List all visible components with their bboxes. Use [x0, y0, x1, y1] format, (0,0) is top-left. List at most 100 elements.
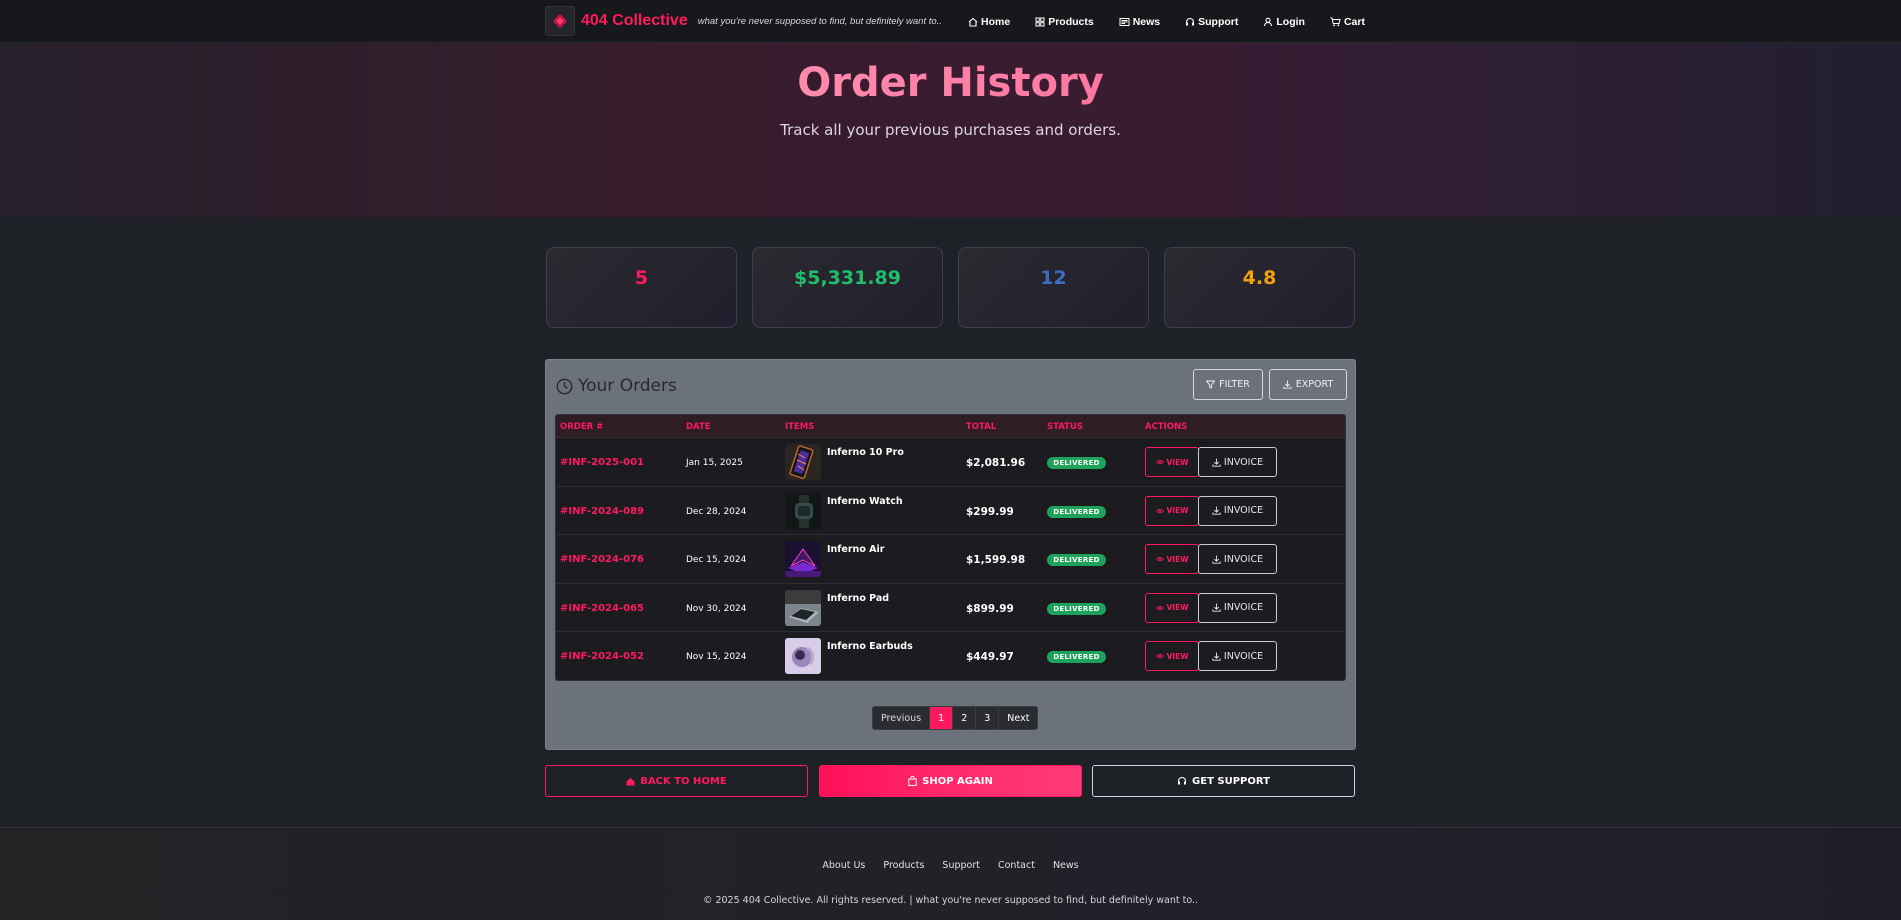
- nav-cart[interactable]: Cart: [1330, 16, 1365, 28]
- item-name: Inferno Earbuds: [827, 641, 913, 653]
- invoice-button[interactable]: INVOICE: [1198, 495, 1277, 526]
- brand[interactable]: 404 Collective what you're never suppose…: [545, 6, 942, 36]
- page-subtitle: Track all your previous purchases and or…: [780, 121, 1121, 139]
- invoice-label: INVOICE: [1223, 650, 1264, 662]
- invoice-button[interactable]: INVOICE: [1198, 544, 1277, 575]
- order-date: Jan 15, 2025: [686, 458, 743, 468]
- nav-login[interactable]: Login: [1263, 16, 1305, 28]
- nav-home[interactable]: Home: [968, 16, 1010, 28]
- column-header: TOTAL: [966, 422, 997, 432]
- page-title: Order History: [0, 60, 1901, 106]
- hero-section: Order History Track all your previous pu…: [0, 43, 1901, 217]
- logo-icon: [545, 6, 575, 36]
- newspaper-icon: [1119, 17, 1130, 26]
- view-label: VIEW: [1166, 603, 1189, 613]
- filter-button[interactable]: FILTER: [1193, 369, 1263, 400]
- pagination: Previous 1 2 3 Next: [872, 706, 1039, 730]
- product-thumbnail: [785, 492, 821, 529]
- shopping-bag-icon: [908, 776, 917, 786]
- order-number-link[interactable]: #INF-2024-065: [560, 603, 644, 614]
- orders-panel: Your Orders FILTER EXPORT ORDER # DATE I…: [545, 359, 1356, 750]
- order-total: $299.99: [966, 505, 1014, 518]
- status-badge: DELIVERED: [1047, 505, 1106, 518]
- footer-link-support[interactable]: Support: [942, 860, 980, 871]
- clock-icon: [556, 378, 573, 394]
- pagination-page-3[interactable]: 3: [976, 707, 1000, 729]
- status-badge: DELIVERED: [1047, 457, 1106, 469]
- get-support-button[interactable]: GET SUPPORT: [1092, 765, 1355, 797]
- invoice-label: INVOICE: [1223, 505, 1264, 517]
- download-icon: [1212, 603, 1221, 612]
- stat-card-rating: 4.8: [1164, 247, 1355, 328]
- pagination-next[interactable]: Next: [999, 707, 1037, 729]
- eye-icon: [1155, 508, 1164, 513]
- stat-card-spent: $5,331.89: [752, 247, 943, 328]
- eye-icon: [1155, 654, 1164, 659]
- item-name: Inferno Watch: [827, 495, 903, 507]
- table-row: #INF-2024-076 Dec 15, 2024 Inferno Air $…: [556, 535, 1345, 584]
- view-button[interactable]: VIEW: [1145, 447, 1199, 477]
- filter-label: FILTER: [1219, 379, 1250, 390]
- stat-value: 12: [1040, 267, 1067, 289]
- column-header: ORDER #: [560, 422, 604, 432]
- get-support-label: GET SUPPORT: [1192, 775, 1270, 787]
- view-button[interactable]: VIEW: [1145, 641, 1199, 672]
- pagination-page-2[interactable]: 2: [953, 707, 977, 729]
- view-button[interactable]: VIEW: [1145, 592, 1199, 623]
- invoice-label: INVOICE: [1223, 553, 1264, 565]
- order-number-link[interactable]: #INF-2024-089: [560, 506, 644, 517]
- footer-link-products[interactable]: Products: [883, 860, 924, 871]
- product-thumbnail: [785, 638, 821, 675]
- footer: About Us Products Support Contact News ©…: [0, 827, 1901, 920]
- view-button[interactable]: VIEW: [1145, 544, 1199, 575]
- nav-support-label: Support: [1198, 15, 1239, 28]
- eye-icon: [1155, 459, 1164, 465]
- order-total: $1,599.98: [966, 554, 1026, 567]
- order-date: Nov 15, 2024: [686, 652, 747, 663]
- invoice-button[interactable]: INVOICE: [1198, 447, 1277, 477]
- export-button[interactable]: EXPORT: [1269, 369, 1347, 400]
- headset-icon: [1177, 776, 1187, 785]
- headset-icon: [1186, 17, 1195, 25]
- navbar: 404 Collective what you're never suppose…: [0, 0, 1901, 43]
- order-number-link[interactable]: #INF-2024-052: [560, 651, 644, 662]
- footer-link-news[interactable]: News: [1053, 860, 1079, 871]
- nav-products-label: Products: [1048, 15, 1094, 28]
- stat-value: $5,331.89: [794, 267, 901, 289]
- back-to-home-button[interactable]: BACK TO HOME: [545, 765, 808, 797]
- pagination-page-1[interactable]: 1: [930, 707, 954, 729]
- invoice-button[interactable]: INVOICE: [1198, 592, 1277, 623]
- nav-products[interactable]: Products: [1035, 16, 1094, 28]
- orders-table: ORDER # DATE ITEMS TOTAL STATUS ACTIONS …: [555, 414, 1346, 681]
- cart-icon: [1330, 17, 1341, 26]
- grid-icon: [1035, 17, 1045, 26]
- nav-support[interactable]: Support: [1185, 16, 1238, 28]
- back-to-home-label: BACK TO HOME: [640, 775, 727, 787]
- view-button[interactable]: VIEW: [1145, 495, 1199, 526]
- download-icon: [1212, 652, 1221, 661]
- status-badge: DELIVERED: [1047, 651, 1106, 664]
- invoice-button[interactable]: INVOICE: [1198, 641, 1277, 672]
- invoice-label: INVOICE: [1223, 456, 1264, 468]
- nav-news[interactable]: News: [1119, 16, 1160, 28]
- order-number-link[interactable]: #INF-2025-001: [560, 457, 644, 468]
- view-label: VIEW: [1166, 651, 1189, 661]
- column-header: ITEMS: [785, 422, 815, 432]
- brand-name: 404 Collective: [581, 12, 688, 29]
- product-thumbnail: [785, 541, 821, 578]
- footer-link-contact[interactable]: Contact: [998, 860, 1035, 871]
- order-number-link[interactable]: #INF-2024-076: [560, 554, 644, 565]
- status-badge: DELIVERED: [1047, 602, 1106, 615]
- footer-links: About Us Products Support Contact News: [0, 860, 1901, 871]
- shop-again-label: SHOP AGAIN: [922, 775, 993, 787]
- column-header: STATUS: [1047, 422, 1084, 432]
- status-badge: DELIVERED: [1047, 554, 1106, 567]
- stat-value: 5: [634, 267, 649, 289]
- pagination-previous[interactable]: Previous: [873, 707, 931, 729]
- footer-link-about[interactable]: About Us: [822, 860, 865, 871]
- shop-again-button[interactable]: SHOP AGAIN: [819, 765, 1082, 797]
- export-label: EXPORT: [1295, 379, 1334, 390]
- home-icon: [968, 17, 978, 27]
- stat-card-items: 12: [958, 247, 1149, 328]
- nav-login-label: Login: [1276, 15, 1305, 28]
